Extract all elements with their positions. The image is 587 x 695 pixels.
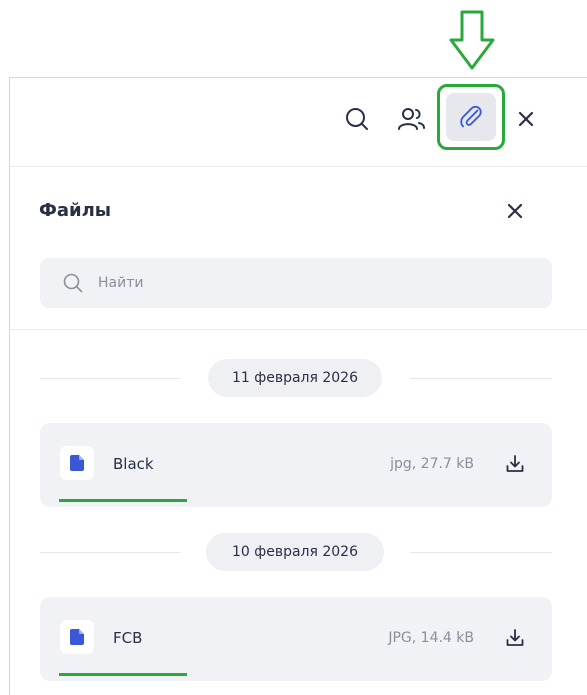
close-files-icon[interactable] xyxy=(502,198,528,224)
search-input[interactable] xyxy=(96,274,500,292)
date-label: 10 февраля 2026 xyxy=(206,533,384,571)
annotation-underline xyxy=(59,673,187,676)
file-meta: jpg, 27.7 kB xyxy=(390,456,474,472)
annotation-arrow-icon xyxy=(449,10,495,70)
download-icon[interactable] xyxy=(502,451,528,477)
annotation-highlight-box xyxy=(437,84,505,150)
panel-toolbar xyxy=(10,78,587,167)
divider xyxy=(10,329,587,330)
file-icon xyxy=(60,620,94,654)
panel-title: Файлы xyxy=(39,200,112,221)
close-icon[interactable] xyxy=(513,106,539,132)
download-icon[interactable] xyxy=(502,625,528,651)
file-item[interactable]: Black jpg, 27.7 kB xyxy=(40,423,552,507)
screen: Файлы 11 февраля 2026 xyxy=(0,0,587,695)
search-icon xyxy=(63,273,83,293)
date-label: 11 февраля 2026 xyxy=(208,359,382,397)
annotation-underline xyxy=(59,499,187,502)
file-name: Black xyxy=(113,455,154,473)
file-icon xyxy=(60,446,94,480)
users-icon[interactable] xyxy=(396,104,428,134)
file-meta: JPG, 14.4 kB xyxy=(388,630,474,646)
search-field[interactable] xyxy=(40,258,552,308)
files-panel: Файлы 11 февраля 2026 xyxy=(9,77,587,695)
file-name: FCB xyxy=(113,629,143,647)
search-icon[interactable] xyxy=(342,104,372,134)
date-separator: 11 февраля 2026 xyxy=(40,359,552,397)
date-separator: 10 февраля 2026 xyxy=(40,533,552,571)
file-item[interactable]: FCB JPG, 14.4 kB xyxy=(40,597,552,681)
